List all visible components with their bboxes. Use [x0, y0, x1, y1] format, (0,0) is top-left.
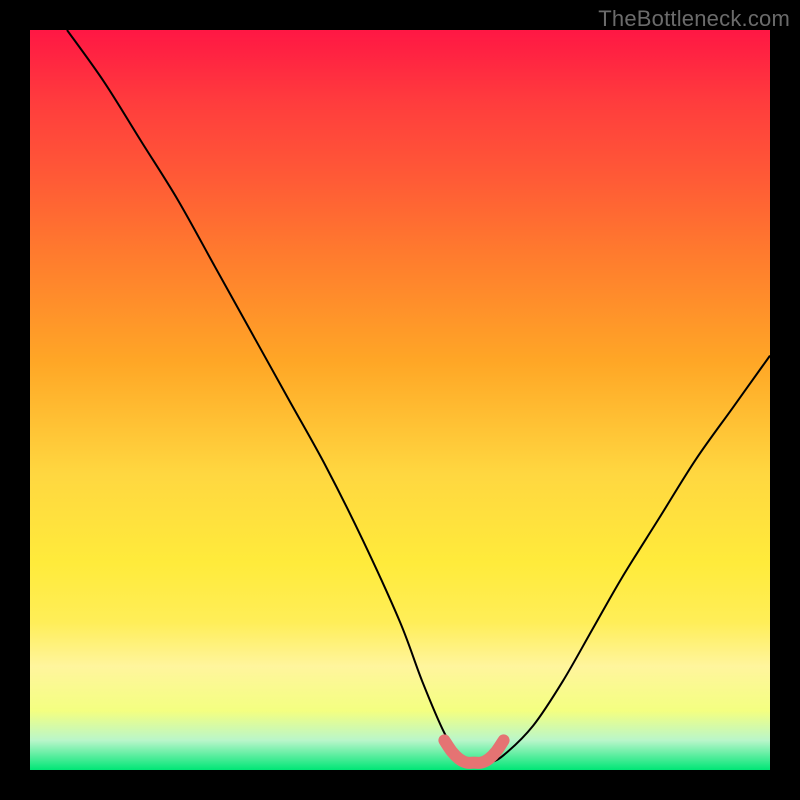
curve-svg — [30, 30, 770, 770]
optimal-zone-path — [444, 740, 503, 762]
chart-container: TheBottleneck.com — [0, 0, 800, 800]
plot-area — [30, 30, 770, 770]
watermark-text: TheBottleneck.com — [598, 6, 790, 32]
bottleneck-curve-path — [67, 30, 770, 764]
